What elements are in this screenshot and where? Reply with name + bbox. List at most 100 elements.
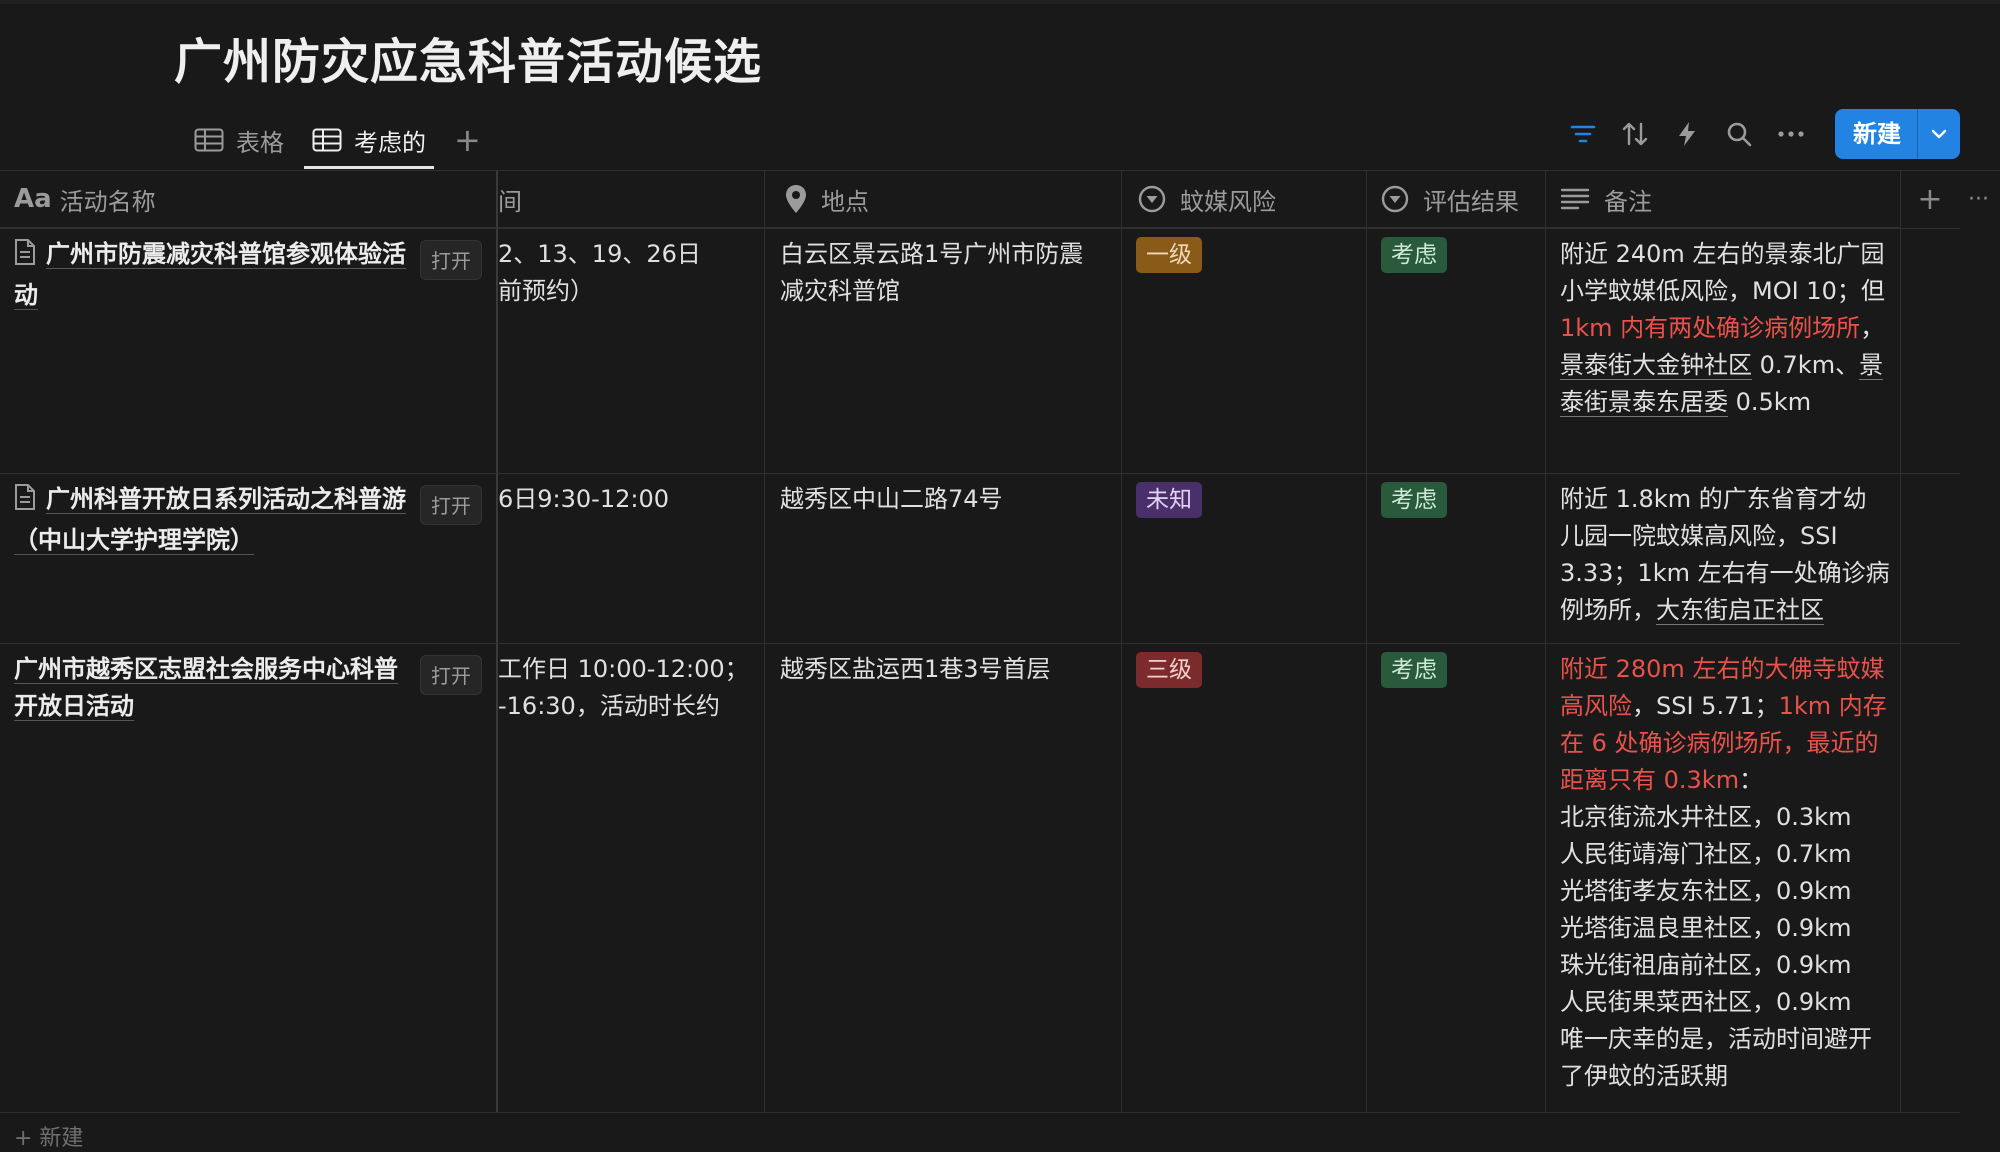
column-header-name[interactable]: Aa 活动名称 <box>0 170 496 228</box>
frozen-column-divider <box>496 170 498 1112</box>
note-segment: 人民街靖海门社区，0.7km <box>1560 840 1852 868</box>
row-2-open-button[interactable]: 打开 <box>420 485 482 525</box>
note-segment: 光塔街温良里社区，0.9km <box>1560 914 1852 942</box>
column-header-label: 地点 <box>821 187 869 216</box>
result-tag: 考虑 <box>1381 652 1447 688</box>
column-header-label: 间 <box>498 187 522 216</box>
row-2-result[interactable]: 考虑 <box>1381 481 1541 518</box>
more-button[interactable] <box>1767 110 1815 158</box>
row-1-name-text: 广州市防震减灾科普馆参观体验活动 <box>14 240 406 310</box>
location-pin-icon <box>786 185 806 213</box>
row-3-location[interactable]: 越秀区盐运西1巷3号首层 <box>780 651 1100 688</box>
column-header-notes[interactable]: 备注 <box>1546 170 1900 228</box>
table-icon <box>312 128 342 152</box>
column-header-label: 活动名称 <box>59 187 156 216</box>
result-tag: 考虑 <box>1381 237 1447 273</box>
note-segment: 珠光街祖庙前社区，0.9km <box>1560 951 1852 979</box>
col-divider <box>1900 170 1901 1112</box>
row-2-name-text: 广州科普开放日系列活动之科普游（中山大学护理学院） <box>14 485 406 555</box>
add-view-button[interactable]: + <box>446 112 489 168</box>
row-2-name[interactable]: 广州科普开放日系列活动之科普游（中山大学护理学院） <box>14 481 418 559</box>
col-divider <box>764 170 765 1112</box>
chevron-down-icon <box>1931 129 1947 139</box>
add-column-button[interactable]: + <box>1900 170 1960 228</box>
table-icon <box>194 128 224 152</box>
note-segment[interactable]: 大东街启正社区 <box>1656 596 1824 625</box>
row-3-name-text: 广州市越秀区志盟社会服务中心科普开放日活动 <box>14 655 398 721</box>
row-2-time[interactable]: 6日9:30-12:00 <box>498 481 764 518</box>
row-divider <box>0 643 1960 644</box>
filter-icon <box>1570 125 1596 143</box>
filter-button[interactable] <box>1559 110 1607 158</box>
note-segment: 光塔街孝友东社区，0.9km <box>1560 877 1852 905</box>
note-segment: ，SSI 5.71； <box>1632 692 1779 720</box>
page-icon <box>14 238 36 277</box>
note-segment: ， <box>1860 314 1885 342</box>
row-3-notes[interactable]: 附近 280m 左右的大佛寺蚊媒高风险，SSI 5.71；1km 内存在 6 处… <box>1560 651 1890 1095</box>
column-header-time[interactable]: 间 <box>498 170 764 228</box>
text-property-icon: Aa <box>14 184 52 214</box>
row-divider <box>0 473 1960 474</box>
select-property-icon <box>1138 185 1166 213</box>
row-1-time-line: 前预约） <box>498 277 594 305</box>
column-header-location[interactable]: 地点 <box>765 170 1121 228</box>
col-divider <box>1366 170 1367 1112</box>
search-button[interactable] <box>1715 110 1763 158</box>
row-1-location[interactable]: 白云区景云路1号广州市防震减灾科普馆 <box>780 236 1100 310</box>
row-3-time[interactable]: 工作日 10:00-12:00； -16:30，活动时长约 <box>498 651 764 725</box>
text-lines-icon <box>1560 188 1590 210</box>
risk-tag: 三级 <box>1136 652 1202 688</box>
row-1-result[interactable]: 考虑 <box>1381 236 1541 273</box>
row-divider <box>0 1112 1960 1113</box>
column-header-label: 蚊媒风险 <box>1180 187 1276 216</box>
note-segment: 北京街流水井社区，0.3km <box>1560 803 1852 831</box>
toolbar: 新建 <box>1555 108 1960 160</box>
tab-considered[interactable]: 考虑的 <box>304 112 434 169</box>
row-2-location[interactable]: 越秀区中山二路74号 <box>780 481 1100 518</box>
row-1-time[interactable]: 2、13、19、26日 前预约） <box>498 236 764 310</box>
automation-icon <box>1679 122 1695 146</box>
note-segment: 人民街果菜西社区，0.9km <box>1560 988 1852 1016</box>
row-3-name[interactable]: 广州市越秀区志盟社会服务中心科普开放日活动 <box>14 651 418 725</box>
new-button[interactable]: 新建 <box>1835 109 1917 159</box>
row-3-open-button[interactable]: 打开 <box>420 655 482 695</box>
more-icon <box>1778 131 1804 137</box>
select-property-icon <box>1381 185 1409 213</box>
sort-icon <box>1622 122 1648 146</box>
row-3-time-line: -16:30，活动时长约 <box>498 692 720 720</box>
tab-table[interactable]: 表格 <box>186 112 292 168</box>
column-header-risk[interactable]: 蚊媒风险 <box>1122 170 1366 228</box>
row-3-time-line: 工作日 10:00-12:00； <box>498 655 749 683</box>
view-tabs: 表格 考虑的 + <box>186 112 489 169</box>
row-2-risk[interactable]: 未知 <box>1136 481 1356 518</box>
tab-table-label: 表格 <box>236 128 284 157</box>
row-3-result[interactable]: 考虑 <box>1381 651 1541 688</box>
result-tag: 考虑 <box>1381 482 1447 518</box>
note-segment: ： <box>1739 766 1764 794</box>
page-icon <box>14 483 36 522</box>
top-border <box>0 0 2000 4</box>
row-1-notes[interactable]: 附近 240m 左右的景泰北广园小学蚊媒低风险，MOI 10；但 1km 内有两… <box>1560 236 1890 421</box>
risk-tag: 未知 <box>1136 482 1202 518</box>
column-header-result[interactable]: 评估结果 <box>1367 170 1545 228</box>
note-segment: 0.5km <box>1728 388 1812 416</box>
new-row-button[interactable]: + 新建 <box>14 1120 83 1152</box>
note-segment: 1km 内有两处确诊病例场所 <box>1560 314 1861 342</box>
tab-considered-label: 考虑的 <box>354 128 426 157</box>
new-button-group: 新建 <box>1835 109 1960 159</box>
row-2-notes[interactable]: 附近 1.8km 的广东省育才幼儿园一院蚊媒高风险，SSI 3.33；1km 左… <box>1560 481 1890 629</box>
row-1-risk[interactable]: 一级 <box>1136 236 1356 273</box>
new-dropdown-button[interactable] <box>1917 109 1960 159</box>
sort-button[interactable] <box>1611 110 1659 158</box>
more-columns-icon[interactable]: ··· <box>1968 170 1989 228</box>
note-segment: 唯一庆幸的是，活动时间避开了伊蚊的活跃期 <box>1560 1025 1872 1090</box>
page-title: 广州防灾应急科普活动候选 <box>174 34 763 90</box>
row-1-name[interactable]: 广州市防震减灾科普馆参观体验活动 <box>14 236 418 314</box>
col-divider <box>1121 170 1122 1112</box>
row-1-open-button[interactable]: 打开 <box>420 240 482 280</box>
automation-button[interactable] <box>1663 110 1711 158</box>
row-2-time-line: 6日9:30-12:00 <box>498 485 669 513</box>
note-segment: 0.7km、 <box>1752 351 1860 379</box>
row-3-risk[interactable]: 三级 <box>1136 651 1356 688</box>
note-segment[interactable]: 景泰街大金钟社区 <box>1560 351 1752 380</box>
